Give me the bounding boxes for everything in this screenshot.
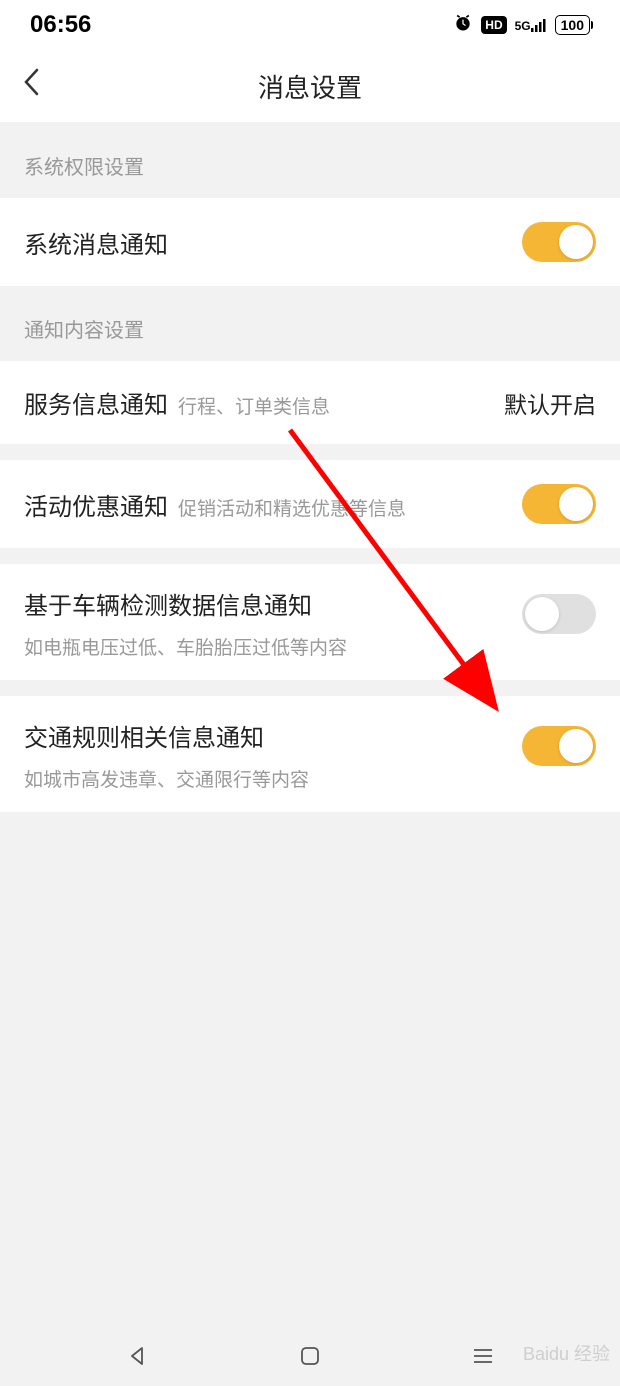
service-info-label: 服务信息通知 bbox=[24, 385, 168, 420]
traffic-rules-desc: 如城市高发违章、交通限行等内容 bbox=[24, 765, 309, 792]
system-notification-toggle[interactable] bbox=[522, 222, 596, 262]
nav-recent-icon[interactable] bbox=[471, 1344, 495, 1368]
alarm-icon bbox=[453, 13, 473, 38]
service-info-value: 默认开启 bbox=[504, 386, 596, 420]
status-bar: 06:56 HD 5G 100 bbox=[0, 0, 620, 50]
nav-header: 消息设置 bbox=[0, 50, 620, 123]
vehicle-detection-row: 基于车辆检测数据信息通知 如电瓶电压过低、车胎胎压过低等内容 bbox=[0, 564, 620, 680]
vehicle-detection-label: 基于车辆检测数据信息通知 bbox=[24, 586, 347, 621]
page-title: 消息设置 bbox=[0, 68, 620, 105]
vehicle-detection-desc: 如电瓶电压过低、车胎胎压过低等内容 bbox=[24, 633, 347, 660]
traffic-rules-label: 交通规则相关信息通知 bbox=[24, 718, 309, 753]
system-notification-label: 系统消息通知 bbox=[24, 225, 168, 260]
nav-home-icon[interactable] bbox=[298, 1344, 322, 1368]
promotion-sublabel: 促销活动和精选优惠等信息 bbox=[178, 494, 406, 521]
service-info-row: 服务信息通知 行程、订单类信息 默认开启 bbox=[0, 361, 620, 444]
service-info-sublabel: 行程、订单类信息 bbox=[178, 392, 330, 419]
promotion-toggle[interactable] bbox=[522, 484, 596, 524]
system-notification-row: 系统消息通知 bbox=[0, 198, 620, 286]
status-indicators: HD 5G 100 bbox=[453, 13, 590, 38]
promotion-row: 活动优惠通知 促销活动和精选优惠等信息 bbox=[0, 460, 620, 548]
network-icon: 5G bbox=[515, 18, 547, 33]
back-button[interactable] bbox=[22, 67, 40, 105]
battery-icon: 100 bbox=[555, 15, 590, 35]
section-header-system: 系统权限设置 bbox=[0, 123, 620, 198]
traffic-rules-toggle[interactable] bbox=[522, 726, 596, 766]
vehicle-detection-toggle[interactable] bbox=[522, 594, 596, 634]
traffic-rules-row: 交通规则相关信息通知 如城市高发违章、交通限行等内容 bbox=[0, 696, 620, 812]
nav-back-icon[interactable] bbox=[125, 1344, 149, 1368]
watermark: Baidu 经验 bbox=[523, 1340, 610, 1366]
hd-icon: HD bbox=[481, 16, 506, 34]
status-time: 06:56 bbox=[30, 11, 91, 39]
section-header-content: 通知内容设置 bbox=[0, 286, 620, 361]
promotion-label: 活动优惠通知 bbox=[24, 487, 168, 522]
